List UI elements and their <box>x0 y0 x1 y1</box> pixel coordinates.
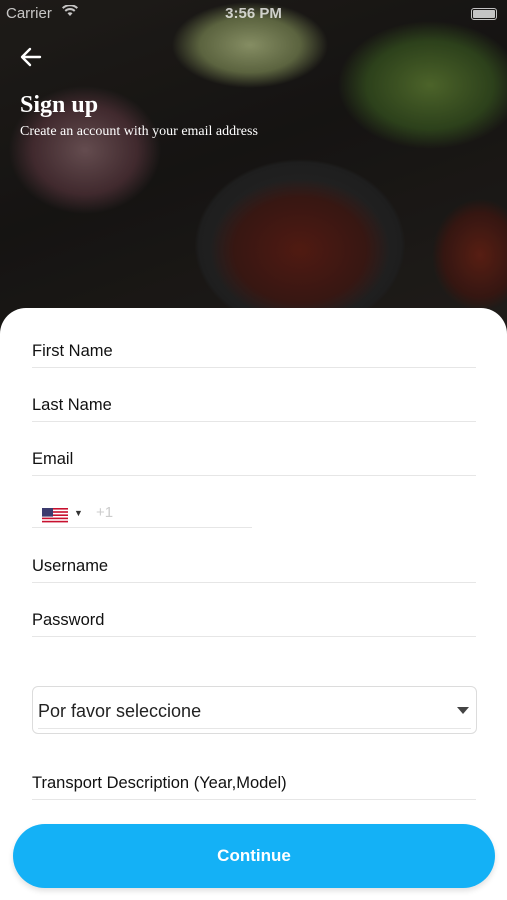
country-dropdown-icon[interactable]: ▼ <box>74 508 83 518</box>
username-field[interactable]: Username <box>32 549 476 583</box>
username-placeholder: Username <box>32 557 109 575</box>
first-name-placeholder: First Name <box>32 342 113 360</box>
password-field[interactable]: Password <box>32 603 476 637</box>
last-name-placeholder: Last Name <box>32 396 112 414</box>
arrow-left-icon <box>20 47 42 67</box>
transport-description-field[interactable]: Transport Description (Year,Model) <box>32 766 476 800</box>
category-select[interactable]: Por favor seleccione <box>32 686 477 734</box>
phone-field[interactable]: ▼ +1 <box>32 494 252 528</box>
us-flag-icon[interactable] <box>42 508 68 524</box>
continue-button[interactable]: Continue <box>13 824 495 888</box>
email-placeholder: Email <box>32 450 74 468</box>
chevron-down-icon <box>457 707 469 714</box>
back-button[interactable] <box>18 44 44 70</box>
select-underline <box>38 728 471 729</box>
header-background-image <box>0 0 507 340</box>
password-placeholder: Password <box>32 611 105 629</box>
transport-placeholder: Transport Description (Year,Model) <box>32 774 287 792</box>
page-title: Sign up <box>20 92 99 118</box>
hero-overlay <box>0 0 507 340</box>
first-name-field[interactable]: First Name <box>32 334 476 368</box>
status-bar: Carrier 3:56 PM <box>0 0 507 28</box>
email-field[interactable]: Email <box>32 442 476 476</box>
phone-code-placeholder: +1 <box>96 504 114 521</box>
battery-icon <box>471 8 497 20</box>
select-value: Por favor seleccione <box>38 701 202 721</box>
status-time: 3:56 PM <box>225 5 282 22</box>
page-subtitle: Create an account with your email addres… <box>20 124 258 139</box>
last-name-field[interactable]: Last Name <box>32 388 476 422</box>
